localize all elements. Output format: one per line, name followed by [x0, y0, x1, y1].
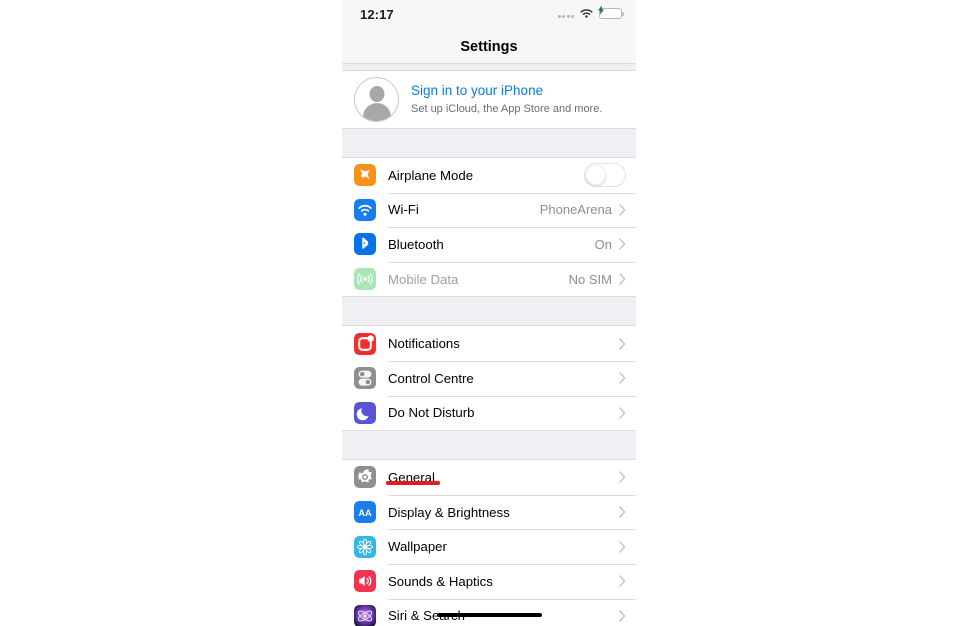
status-indicators [557, 5, 624, 19]
settings-row-value: On [594, 236, 612, 252]
account-text: Sign in to your iPhone Set up iCloud, th… [411, 82, 602, 117]
screenshot-canvas: 12:17 Settings Sign in to your iPhone Se… [0, 0, 960, 626]
settings-row-wifi[interactable]: Wi-Fi PhoneArena [342, 192, 636, 228]
settings-row-accessory [619, 337, 626, 350]
settings-row-label: Sounds & Haptics [388, 573, 493, 589]
chevron-right-icon [619, 273, 626, 285]
settings-row-bluetooth[interactable]: Bluetooth On [342, 227, 636, 262]
settings-row-accessory: No SIM [569, 272, 626, 287]
settings-group-system: General AA Display & Brightness Wallpaper So… [342, 460, 636, 626]
status-time: 12:17 [360, 7, 394, 22]
settings-row-accessory [619, 372, 626, 385]
settings-row-label: Wallpaper [388, 539, 447, 555]
sign-in-subtitle: Set up iCloud, the App Store and more. [411, 103, 603, 115]
settings-row-accessory: PhoneArena [540, 202, 626, 217]
display-brightness-icon: AA [354, 501, 376, 524]
settings-row-label: Airplane Mode [388, 167, 474, 183]
settings-row-accessory [619, 407, 626, 419]
cellular-icon [354, 268, 376, 291]
wifi-icon [579, 8, 594, 19]
settings-row-airplane-mode[interactable]: Airplane Mode [342, 158, 636, 193]
speaker-icon [354, 570, 376, 593]
avatar-placeholder-icon [354, 77, 399, 122]
page-title: Settings [460, 38, 518, 55]
settings-row-do-not-disturb[interactable]: Do Not Disturb [342, 395, 636, 431]
wifi-icon [354, 198, 376, 221]
bluetooth-icon [354, 233, 376, 256]
toggle-switch-airplane-mode[interactable] [584, 163, 626, 188]
chevron-right-icon [619, 372, 626, 385]
svg-text:AA: AA [358, 508, 372, 518]
section-gap-3 [342, 430, 636, 461]
settings-row-accessory [584, 163, 626, 188]
battery-charging-icon [598, 5, 624, 19]
settings-row-general[interactable]: General [342, 460, 636, 495]
sign-in-row[interactable]: Sign in to your iPhone Set up iCloud, th… [342, 71, 636, 128]
section-gap-2 [342, 296, 636, 327]
settings-row-value: PhoneArena [539, 202, 612, 218]
sign-in-title: Sign in to your iPhone [411, 83, 544, 98]
settings-row-label: Bluetooth [388, 236, 444, 252]
settings-row-accessory: On [595, 237, 626, 252]
moon-icon [354, 401, 376, 424]
settings-row-sounds-haptics[interactable]: Sounds & Haptics [342, 563, 636, 599]
settings-row-label: Display & Brightness [388, 504, 510, 520]
status-bar: 12:17 [342, 0, 636, 30]
general-red-underline-annotation [386, 481, 440, 485]
settings-row-label: Do Not Disturb [388, 405, 475, 421]
settings-group-connectivity: Airplane Mode Wi-Fi PhoneArena Bluetooth On M… [342, 158, 636, 297]
settings-row-accessory [619, 540, 626, 553]
chevron-right-icon [619, 506, 626, 518]
settings-row-wallpaper[interactable]: Wallpaper [342, 529, 636, 564]
siri-icon [354, 604, 376, 626]
chevron-right-icon [619, 471, 626, 484]
chevron-right-icon [619, 337, 626, 350]
settings-row-notifications[interactable]: Notifications [342, 326, 636, 361]
control-centre-icon [354, 367, 376, 390]
chevron-right-icon [619, 407, 626, 419]
wallpaper-icon [354, 535, 376, 558]
chevron-right-icon [619, 610, 626, 622]
section-gap-top [342, 63, 636, 71]
settings-row-accessory [619, 575, 626, 587]
notifications-icon [354, 332, 376, 355]
settings-row-label: Wi-Fi [388, 202, 419, 218]
settings-row-control-centre[interactable]: Control Centre [342, 360, 636, 396]
settings-row-accessory [619, 471, 626, 484]
airplane-icon [354, 164, 376, 187]
settings-row-label: Control Centre [388, 370, 474, 386]
settings-row-accessory [619, 506, 626, 518]
account-group: Sign in to your iPhone Set up iCloud, th… [342, 71, 636, 128]
nav-bar: Settings [342, 30, 636, 63]
chevron-right-icon [619, 204, 626, 216]
settings-row-label: Notifications [388, 336, 460, 352]
signal-dots-icon [557, 9, 574, 18]
settings-row-label: Mobile Data [388, 271, 459, 287]
chevron-right-icon [619, 575, 626, 587]
settings-row-value: No SIM [568, 271, 612, 287]
gear-icon [354, 466, 376, 489]
home-indicator [437, 613, 542, 617]
settings-row-mobile-data[interactable]: Mobile Data No SIM [342, 261, 636, 297]
settings-row-accessory [619, 610, 626, 622]
settings-group-alerts: Notifications Control Centre Do Not Distur… [342, 326, 636, 431]
section-gap-1 [342, 128, 636, 158]
chevron-right-icon [619, 540, 626, 553]
iphone-screen: 12:17 Settings Sign in to your iPhone Se… [342, 0, 636, 626]
chevron-right-icon [619, 238, 626, 251]
settings-row-display-brightness[interactable]: AA Display & Brightness [342, 494, 636, 530]
